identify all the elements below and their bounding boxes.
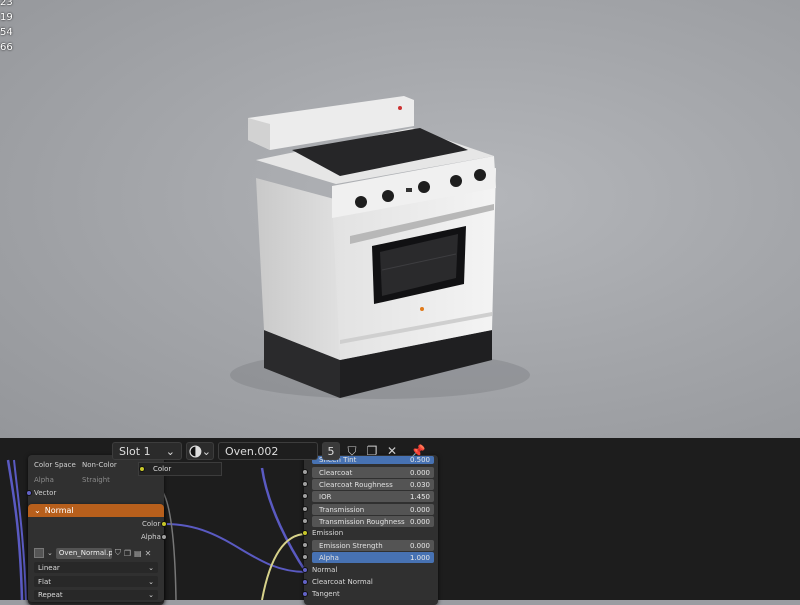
alpha-output-label: Alpha bbox=[141, 533, 161, 541]
socket-tooltip: Color bbox=[138, 462, 222, 476]
material-name-field[interactable]: Oven.002 bbox=[218, 442, 318, 460]
alpha-label: Alpha bbox=[34, 476, 54, 484]
chevron-down-icon: ⌄ bbox=[165, 444, 175, 458]
vector-label: Vector bbox=[34, 489, 57, 497]
clearcoat-normal-label: Clearcoat Normal bbox=[312, 578, 373, 586]
copy-icon[interactable]: ❐ bbox=[124, 549, 131, 558]
emission-strength-label: Emission Strength bbox=[319, 541, 383, 550]
transmission-socket[interactable] bbox=[302, 506, 308, 512]
image-browse-icon[interactable] bbox=[34, 548, 44, 558]
interpolation-dropdown[interactable]: Linear ⌄ bbox=[34, 562, 158, 573]
ior-socket[interactable] bbox=[302, 493, 308, 499]
emission-strength-socket[interactable] bbox=[302, 542, 308, 548]
clearcoat-normal-socket[interactable] bbox=[302, 579, 308, 585]
transmission-roughness-value: 0.000 bbox=[409, 517, 430, 526]
transmission-label: Transmission bbox=[319, 505, 365, 514]
chevron-down-icon: ⌄ bbox=[148, 591, 154, 599]
clearcoat-roughness-socket[interactable] bbox=[302, 481, 308, 487]
tangent-socket[interactable] bbox=[302, 591, 308, 597]
material-browse-button[interactable]: ⌄ bbox=[186, 442, 214, 460]
pin-icon[interactable]: 📌 bbox=[410, 442, 426, 460]
alpha-socket[interactable] bbox=[302, 554, 308, 560]
transmission-value: 0.000 bbox=[409, 505, 430, 514]
alpha-field-label: Alpha bbox=[319, 553, 339, 562]
ior-label: IOR bbox=[319, 492, 332, 501]
alpha-field[interactable]: Alpha 1.000 bbox=[312, 552, 434, 563]
shield-icon[interactable]: ⛉ bbox=[344, 442, 360, 460]
alpha-value[interactable]: Straight bbox=[82, 476, 110, 484]
tooltip-socket bbox=[139, 466, 145, 472]
chevron-down-icon[interactable]: ⌄ bbox=[34, 506, 41, 515]
oven-3d-model[interactable] bbox=[0, 0, 800, 438]
image-selector-row[interactable]: ⌄ Oven_Normal.pn... ⛉ ❐ ▤ ✕ bbox=[34, 547, 158, 559]
image-name-field[interactable]: Oven_Normal.pn... bbox=[55, 547, 112, 559]
projection-value: Flat bbox=[38, 577, 52, 586]
clearcoat-roughness-value: 0.030 bbox=[409, 480, 430, 489]
shield-icon[interactable]: ⛉ bbox=[115, 548, 121, 558]
chevron-down-icon: ⌄ bbox=[148, 577, 154, 586]
tangent-label: Tangent bbox=[312, 590, 340, 598]
clearcoat-roughness-field[interactable]: Clearcoat Roughness 0.030 bbox=[312, 479, 434, 490]
projection-dropdown[interactable]: Flat ⌄ bbox=[34, 576, 158, 587]
emission-label: Emission bbox=[312, 529, 344, 537]
clearcoat-label: Clearcoat bbox=[319, 468, 353, 477]
normal-node-title: Normal bbox=[44, 506, 74, 515]
normal-input-socket[interactable] bbox=[302, 567, 308, 573]
material-header-bar: Slot 1 ⌄ ⌄ Oven.002 5 ⛉ ❐ ✕ 📌 bbox=[112, 440, 426, 462]
ior-field[interactable]: IOR 1.450 bbox=[312, 491, 434, 502]
chevron-down-icon: ⌄ bbox=[201, 444, 211, 458]
extension-dropdown[interactable]: Repeat ⌄ bbox=[34, 590, 158, 600]
alpha-field-value: 1.000 bbox=[409, 553, 430, 562]
extension-value: Repeat bbox=[38, 591, 63, 599]
color-output-label: Color bbox=[142, 520, 161, 528]
material-sphere-icon bbox=[189, 445, 202, 457]
clearcoat-field[interactable]: Clearcoat 0.000 bbox=[312, 467, 434, 478]
alpha-output-socket[interactable] bbox=[161, 534, 167, 540]
vector-socket[interactable] bbox=[26, 490, 32, 496]
emission-strength-value: 0.000 bbox=[409, 541, 430, 550]
clearcoat-value: 0.000 bbox=[409, 468, 430, 477]
tooltip-label: Color bbox=[153, 465, 172, 473]
clearcoat-socket[interactable] bbox=[302, 469, 308, 475]
folder-icon[interactable]: ▤ bbox=[134, 549, 142, 558]
chevron-down-icon[interactable]: ⌄ bbox=[47, 549, 53, 557]
normal-node-header[interactable]: ⌄ Normal bbox=[28, 504, 164, 517]
ior-value: 1.450 bbox=[409, 492, 430, 501]
emission-socket[interactable] bbox=[302, 530, 308, 536]
color-space-value[interactable]: Non-Color bbox=[82, 461, 117, 469]
close-icon[interactable]: ✕ bbox=[384, 442, 400, 460]
transmission-roughness-field[interactable]: Transmission Roughness 0.000 bbox=[312, 516, 434, 527]
normal-input-label: Normal bbox=[312, 566, 338, 574]
slot-label: Slot 1 bbox=[119, 444, 151, 458]
clearcoat-roughness-label: Clearcoat Roughness bbox=[319, 480, 393, 489]
copy-icon[interactable]: ❐ bbox=[364, 442, 380, 460]
transmission-roughness-label: Transmission Roughness bbox=[319, 517, 405, 526]
color-space-label: Color Space bbox=[34, 461, 76, 469]
chevron-down-icon: ⌄ bbox=[148, 563, 154, 572]
emission-strength-field[interactable]: Emission Strength 0.000 bbox=[312, 540, 434, 551]
3d-viewport[interactable]: 23 19 54 66 bbox=[0, 0, 800, 438]
interpolation-value: Linear bbox=[38, 563, 60, 572]
material-users-count[interactable]: 5 bbox=[322, 442, 340, 460]
transmission-roughness-socket[interactable] bbox=[302, 518, 308, 524]
transmission-field[interactable]: Transmission 0.000 bbox=[312, 504, 434, 515]
color-output-socket[interactable] bbox=[161, 521, 167, 527]
material-slot-dropdown[interactable]: Slot 1 ⌄ bbox=[112, 442, 182, 460]
close-icon[interactable]: ✕ bbox=[145, 549, 152, 558]
